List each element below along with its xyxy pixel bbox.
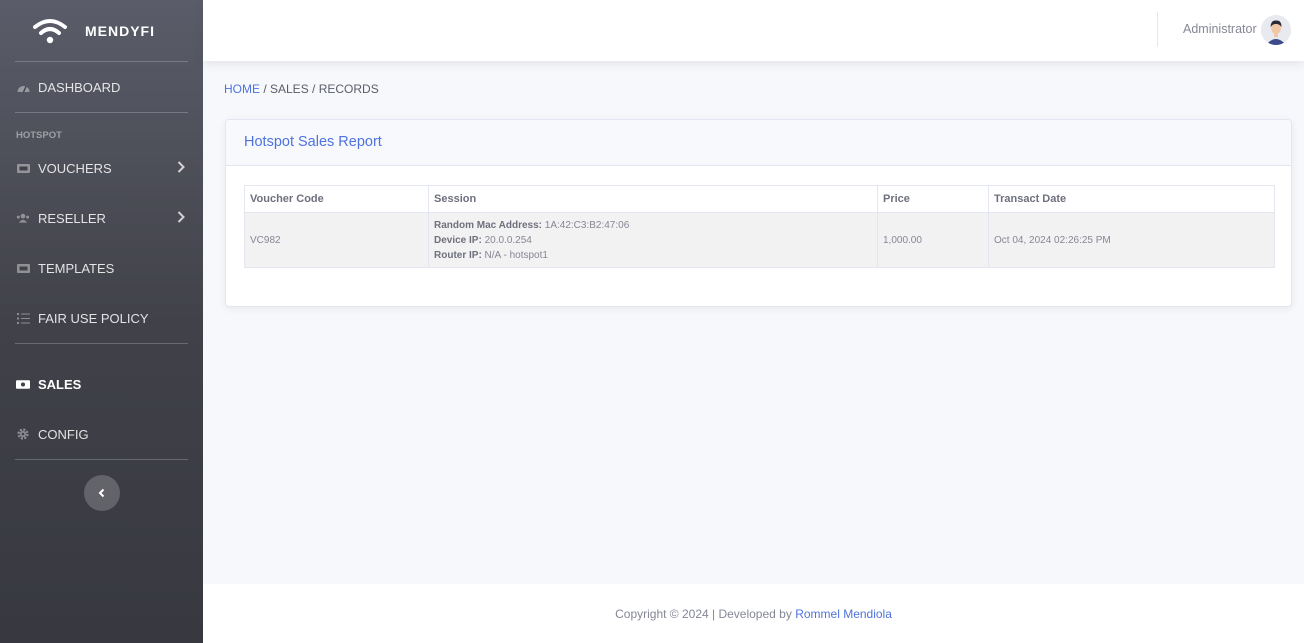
sidebar-item-label: SALES	[38, 376, 82, 392]
money-icon	[16, 377, 30, 391]
footer-author-link[interactable]: Rommel Mendiola	[795, 607, 892, 621]
footer: Copyright © 2024 | Developed by Rommel M…	[203, 584, 1304, 643]
user-name[interactable]: Administrator	[1183, 22, 1257, 36]
sales-report-card: Hotspot Sales Report Voucher Code Sessio…	[225, 119, 1292, 307]
brand[interactable]: MENDYFI	[0, 0, 203, 61]
sidebar-item-label: FAIR USE POLICY	[38, 310, 149, 326]
price-cell: 1,000.00	[877, 212, 989, 268]
column-header[interactable]: Session	[428, 185, 878, 213]
footer-copyright: Copyright © 2024 | Developed by	[615, 606, 792, 621]
avatar[interactable]	[1261, 15, 1291, 45]
chevron-left-icon	[98, 488, 105, 498]
sidebar-item-label: RESELLER	[38, 210, 106, 226]
column-header[interactable]: Price	[877, 185, 989, 213]
tachometer-icon	[16, 80, 30, 94]
list-icon	[16, 311, 30, 325]
sidebar-item-dashboard[interactable]: DASHBOARD	[0, 62, 203, 112]
gear-icon	[16, 427, 30, 441]
session-label: Random Mac Address:	[434, 219, 542, 231]
ticket-icon	[16, 161, 30, 175]
sidebar-item-label: TEMPLATES	[38, 260, 115, 276]
sidebar-item-reseller[interactable]: RESELLER	[0, 193, 203, 243]
sidebar-item-fair-use-policy[interactable]: FAIR USE POLICY	[0, 293, 203, 343]
transact-date-cell: Oct 04, 2024 02:26:25 PM	[988, 212, 1275, 268]
users-icon	[16, 211, 30, 225]
router-ip-value: N/A - hotspot1	[481, 249, 548, 261]
sidebar-item-label: CONFIG	[38, 426, 89, 442]
wifi-icon	[33, 18, 67, 43]
sales-table: Voucher Code Session Price Transact Date…	[244, 185, 1275, 268]
sidebar-item-config[interactable]: CONFIG	[0, 409, 203, 459]
session-cell: Random Mac Address: 1A:42:C3:B2:47:06 De…	[428, 212, 878, 268]
chevron-right-icon	[177, 211, 185, 223]
breadcrumb: HOME / SALES / RECORDS	[224, 82, 379, 96]
column-header[interactable]: Transact Date	[988, 185, 1275, 213]
breadcrumb-trail: / SALES / RECORDS	[260, 82, 379, 96]
brand-name: MENDYFI	[85, 22, 155, 39]
topbar: Administrator	[203, 0, 1304, 61]
sidebar-item-sales[interactable]: SALES	[0, 359, 203, 409]
table-row[interactable]: VC982 Random Mac Address: 1A:42:C3:B2:47…	[244, 212, 1275, 268]
device-ip-value: 20.0.0.254	[481, 234, 532, 246]
ticket-icon	[16, 261, 30, 275]
sidebar-toggle-button[interactable]	[84, 475, 120, 511]
breadcrumb-home-link[interactable]: HOME	[224, 82, 260, 96]
section-heading-hotspot: HOTSPOT	[16, 130, 62, 141]
card-title: Hotspot Sales Report	[226, 120, 1291, 166]
sidebar-item-vouchers[interactable]: VOUCHERS	[0, 143, 203, 193]
column-header[interactable]: Voucher Code	[244, 185, 429, 213]
chevron-right-icon	[177, 161, 185, 173]
sidebar-item-label: DASHBOARD	[38, 79, 121, 95]
sidebar-item-label: VOUCHERS	[38, 160, 112, 176]
sidebar-item-templates[interactable]: TEMPLATES	[0, 243, 203, 293]
session-label: Router IP:	[434, 249, 482, 261]
table-header-row: Voucher Code Session Price Transact Date	[244, 185, 1275, 213]
user-avatar-icon	[1261, 15, 1291, 45]
voucher-code-cell: VC982	[244, 212, 429, 268]
topbar-divider	[1157, 12, 1158, 47]
sidebar-divider	[15, 459, 188, 460]
session-label: Device IP:	[434, 234, 482, 246]
mac-address-value: 1A:42:C3:B2:47:06	[541, 219, 630, 231]
sidebar: MENDYFI DASHBOARD HOTSPOT VOUCHERS RESEL…	[0, 0, 203, 643]
